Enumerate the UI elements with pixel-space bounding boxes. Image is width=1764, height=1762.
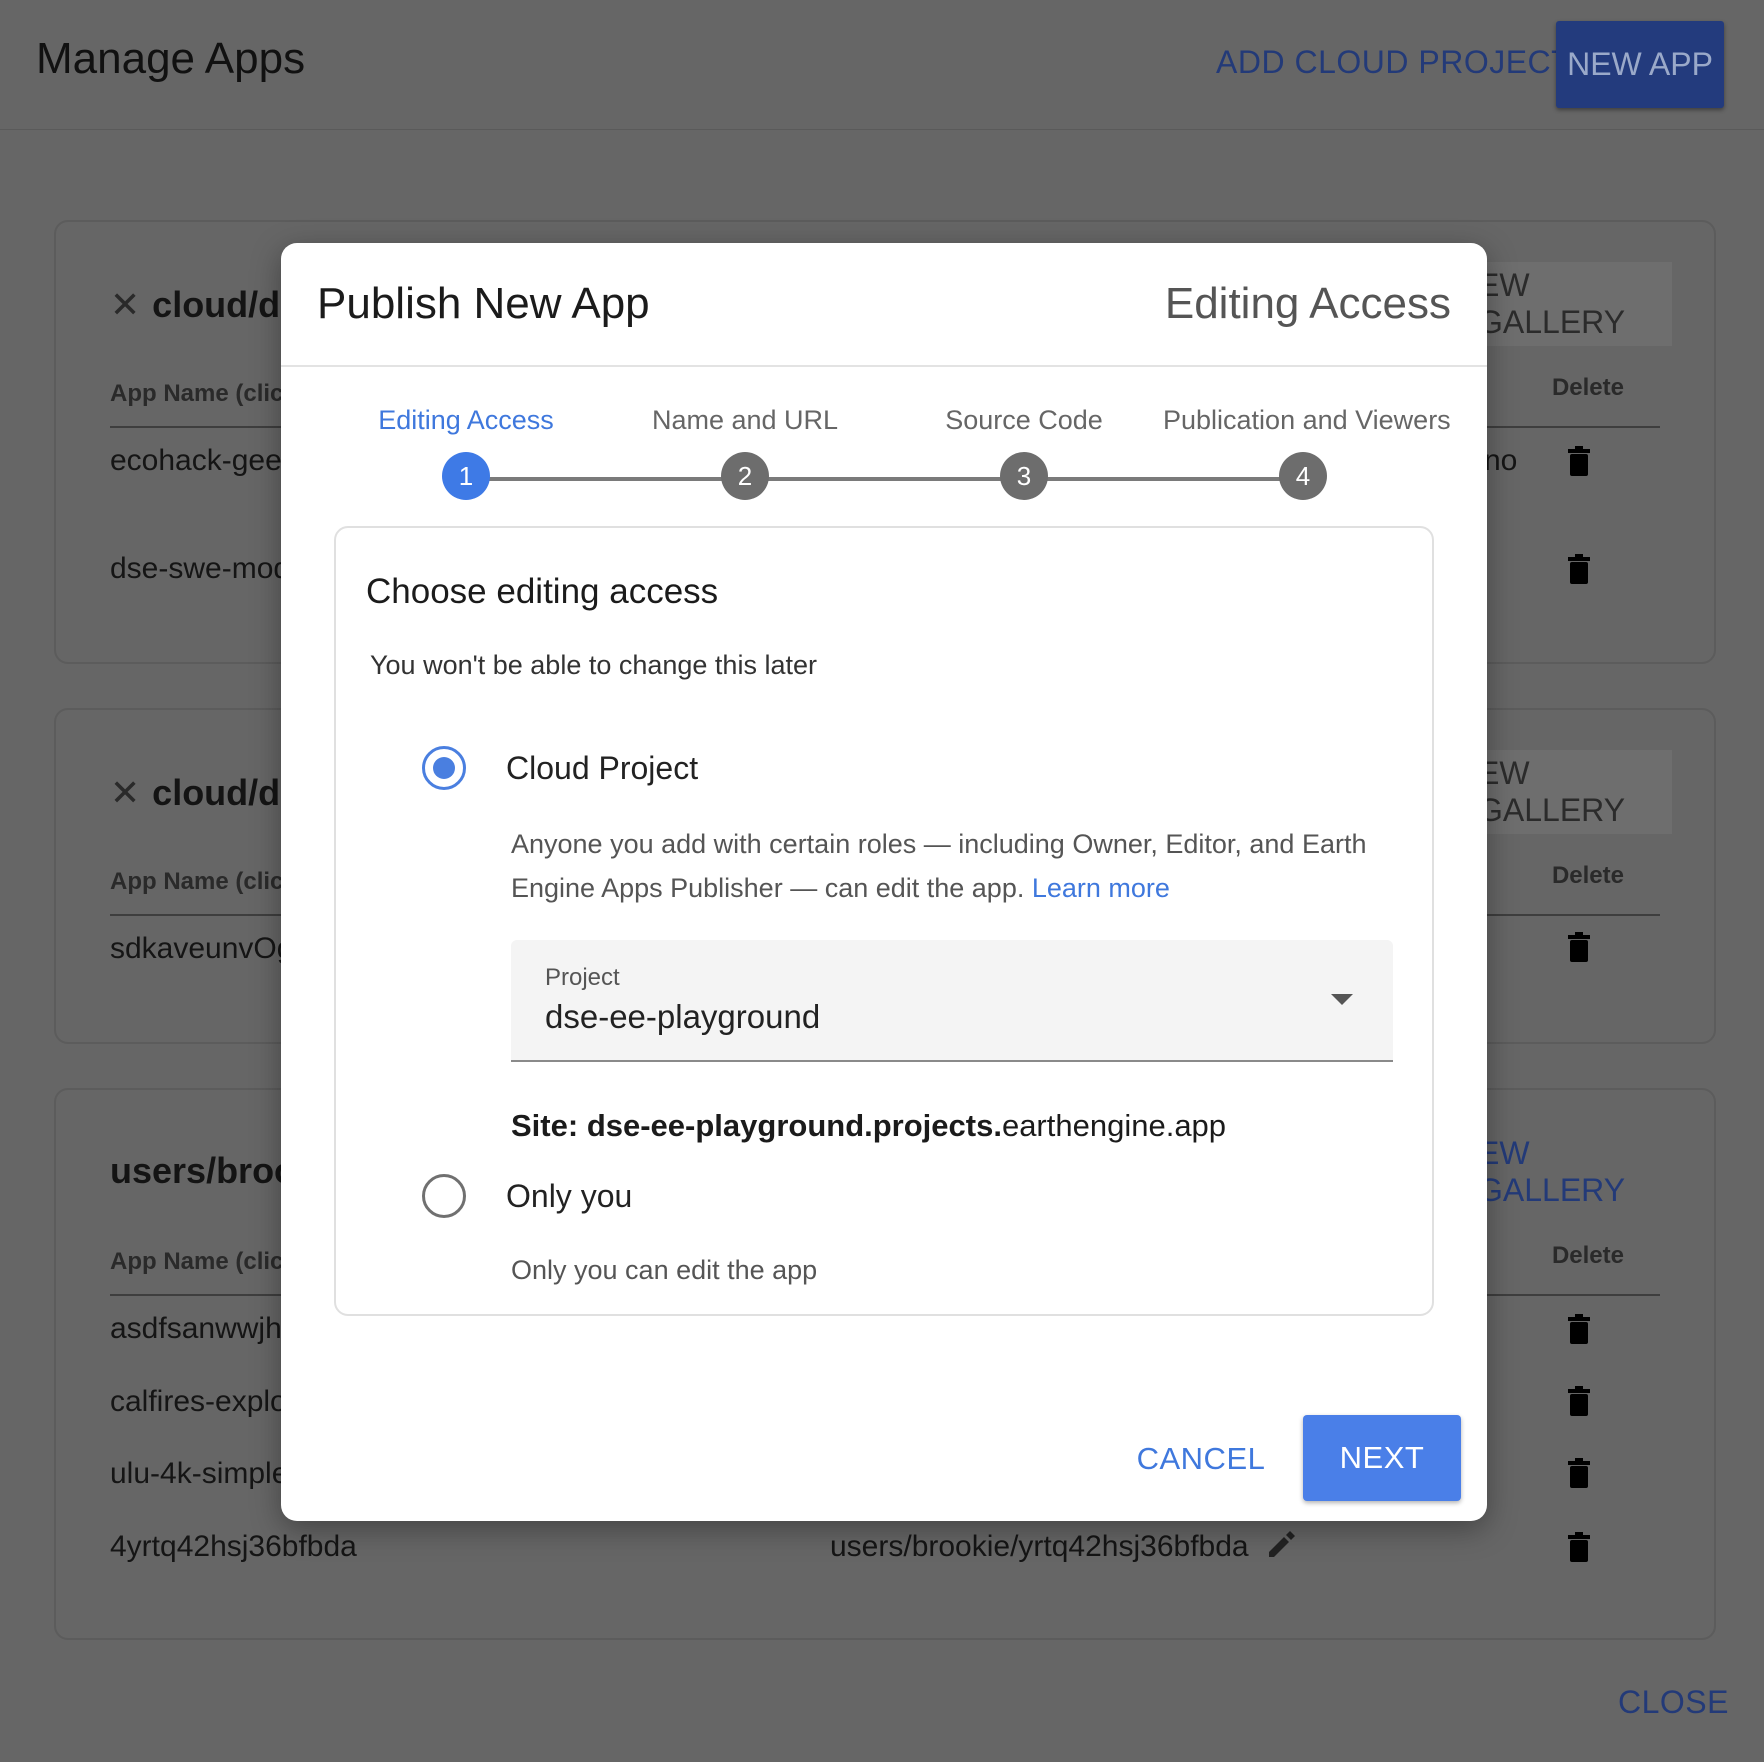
editing-access-panel: Choose editing access You won't be able … bbox=[334, 526, 1434, 1316]
view-gallery-button[interactable]: EW GALLERY bbox=[1478, 1130, 1672, 1214]
close-icon[interactable]: ✕ bbox=[110, 284, 140, 325]
trash-icon[interactable] bbox=[1568, 1532, 1590, 1562]
step-label: Name and URL bbox=[651, 405, 839, 435]
step-editing-access[interactable]: Editing Access 1 bbox=[326, 367, 606, 500]
site-subdomain: dse-ee-playground.projects. bbox=[586, 1108, 1002, 1143]
panel-title: Choose editing access bbox=[366, 572, 719, 611]
app-row-name[interactable]: ecohack-geea bbox=[110, 444, 298, 478]
desc-line-2: Engine Apps Publisher — can edit the app… bbox=[511, 873, 1170, 903]
app-row-name[interactable]: ulu-4k-simple bbox=[110, 1457, 288, 1491]
site-url: Site: dse-ee-playground.projects.earthen… bbox=[511, 1108, 1226, 1144]
cloud-project-description: Anyone you add with certain roles — incl… bbox=[511, 822, 1366, 910]
site-domain: earthengine.app bbox=[1001, 1108, 1227, 1143]
card-title: ✕ cloud/d bbox=[110, 284, 281, 325]
cancel-button[interactable]: CANCEL bbox=[1131, 1429, 1271, 1489]
app-row-name[interactable]: asdfsanwwjh bbox=[110, 1312, 282, 1346]
only-you-radio[interactable] bbox=[422, 1174, 466, 1218]
only-you-description: Only you can edit the app bbox=[511, 1255, 818, 1285]
app-row-name[interactable]: sdkaveunvOg bbox=[110, 932, 293, 966]
cloud-project-radio[interactable] bbox=[422, 746, 466, 790]
step-publication-and-viewers[interactable]: Publication and Viewers 4 bbox=[1163, 367, 1451, 500]
app-name-header: App Name (clic bbox=[110, 1248, 284, 1275]
current-step-name: Editing Access bbox=[1164, 279, 1451, 328]
step-number: 4 bbox=[1279, 452, 1327, 500]
trash-icon[interactable] bbox=[1568, 1386, 1590, 1416]
step-label: Source Code bbox=[945, 405, 1103, 435]
view-gallery-button[interactable]: EW GALLERY bbox=[1478, 750, 1672, 834]
delete-header: Delete bbox=[1551, 862, 1624, 889]
step-label: Editing Access bbox=[378, 405, 554, 435]
publish-new-app-dialog: Publish New App Editing Access Editing A… bbox=[281, 243, 1487, 1521]
close-icon[interactable]: ✕ bbox=[110, 772, 140, 813]
learn-more-link[interactable]: Learn more bbox=[1032, 873, 1170, 903]
site-prefix: Site: bbox=[511, 1108, 579, 1143]
stepper: Editing Access 1 Name and URL 2 Source C… bbox=[281, 367, 1487, 507]
card-title: users/broo bbox=[110, 1150, 297, 1191]
trash-icon[interactable] bbox=[1568, 932, 1590, 962]
view-gallery-button[interactable]: EW GALLERY bbox=[1478, 262, 1672, 346]
step-name-and-url[interactable]: Name and URL 2 bbox=[605, 367, 885, 500]
desc-line-1: Anyone you add with certain roles — incl… bbox=[511, 829, 1367, 859]
app-row-name[interactable]: 4yrtq42hsj36bfbda bbox=[110, 1530, 357, 1564]
trash-icon[interactable] bbox=[1568, 1314, 1590, 1344]
step-number: 3 bbox=[1000, 452, 1048, 500]
project-select-value: dse-ee-playground bbox=[545, 998, 821, 1035]
app-name-header: App Name (clic bbox=[110, 868, 284, 895]
dialog-title: Publish New App bbox=[317, 279, 650, 328]
step-label: Publication and Viewers bbox=[1163, 405, 1451, 435]
page-title: Manage Apps bbox=[36, 34, 306, 83]
card-title: ✕ cloud/d bbox=[110, 772, 281, 813]
trash-icon[interactable] bbox=[1568, 554, 1590, 584]
add-cloud-project-button[interactable]: ADD CLOUD PROJECT bbox=[1216, 44, 1571, 81]
app-row-name[interactable]: calfires-explo bbox=[110, 1385, 287, 1419]
trash-icon[interactable] bbox=[1568, 446, 1590, 476]
panel-subtitle: You won't be able to change this later bbox=[370, 650, 817, 680]
app-name-header: App Name (clic bbox=[110, 380, 284, 407]
trash-icon[interactable] bbox=[1568, 1458, 1590, 1488]
pencil-icon[interactable] bbox=[1266, 1530, 1296, 1560]
delete-header: Delete bbox=[1551, 374, 1624, 401]
only-you-label[interactable]: Only you bbox=[506, 1178, 632, 1215]
new-app-button[interactable]: NEW APP bbox=[1556, 21, 1724, 108]
cloud-project-label[interactable]: Cloud Project bbox=[506, 750, 698, 787]
close-button[interactable]: CLOSE bbox=[1618, 1684, 1729, 1721]
delete-header: Delete bbox=[1551, 1242, 1624, 1269]
manage-apps-header: Manage Apps ADD CLOUD PROJECT NEW APP bbox=[0, 0, 1764, 130]
step-source-code[interactable]: Source Code 3 bbox=[884, 367, 1164, 500]
step-number: 1 bbox=[442, 452, 490, 500]
app-row-extra: no bbox=[1484, 444, 1518, 477]
step-number: 2 bbox=[721, 452, 769, 500]
app-row-path: users/brookie/yrtq42hsj36bfbda bbox=[830, 1530, 1249, 1563]
project-select-label: Project bbox=[545, 964, 620, 991]
project-select[interactable]: Project dse-ee-playground bbox=[511, 940, 1393, 1062]
next-button[interactable]: NEXT bbox=[1303, 1415, 1461, 1501]
dropdown-caret-icon[interactable] bbox=[1331, 994, 1353, 1005]
app-row-name[interactable]: dse-swe-mod bbox=[110, 552, 290, 586]
dialog-header: Publish New App Editing Access bbox=[281, 243, 1487, 367]
